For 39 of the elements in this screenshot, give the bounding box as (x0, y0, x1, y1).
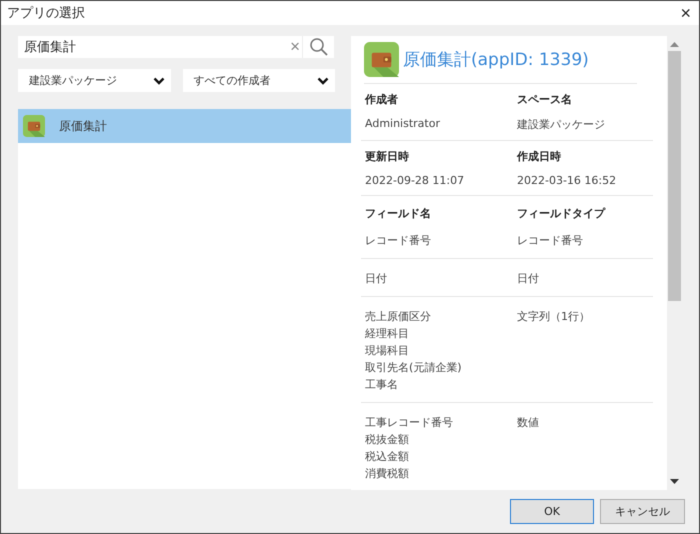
field-name: 現場科目 (365, 343, 410, 358)
field-type: 日付 (517, 271, 540, 286)
field-type: 数値 (517, 415, 540, 431)
filter-dropdown[interactable]: 建設業パッケージ (18, 69, 170, 92)
field-type: 文字列（1行） (517, 309, 591, 325)
field-label: 作成者 (365, 92, 399, 107)
close-button[interactable]: × (676, 3, 695, 23)
field-name: 税込金額 (365, 449, 410, 464)
chevron-down-icon (152, 76, 164, 84)
field-name: 売上原価区分 (365, 309, 432, 324)
chevron-down-icon (317, 76, 329, 84)
field-value: 2022-09-28 11:07 (365, 174, 466, 187)
app-title: 原価集計(appID: 1339) (403, 49, 589, 71)
cancel-button[interactable]: キャンセル (600, 498, 685, 524)
field-name: 日付 (365, 271, 388, 286)
ok-button[interactable]: OK (510, 498, 594, 524)
field-value: 建設業パッケージ (517, 117, 606, 132)
field-name: 消費税額 (365, 466, 410, 481)
column-header: フィールド名 (365, 206, 432, 221)
field-name: 工事レコード番号 (365, 415, 454, 430)
field-name: 工事名 (365, 377, 399, 392)
scroll-down-icon[interactable] (670, 479, 679, 484)
field-label: スペース名 (517, 92, 573, 107)
scroll-up-icon[interactable] (670, 42, 679, 47)
filter-dropdown[interactable]: すべての作成者 (182, 69, 335, 92)
field-type: レコード番号 (517, 233, 584, 248)
column-header: フィールドタイプ (517, 206, 606, 221)
app-list-item[interactable]: 原価集計 (18, 109, 351, 143)
field-value: 2022-03-16 16:52 (517, 174, 618, 187)
window-title: アプリの選択 (7, 5, 85, 22)
field-name: 取引先名(元請企業) (365, 360, 463, 375)
field-value: Administrator (365, 117, 441, 132)
field-name: 経理科目 (365, 326, 410, 341)
field-label: 更新日時 (365, 149, 410, 164)
wallet-icon (364, 42, 399, 77)
field-label: 作成日時 (517, 149, 562, 164)
wallet-icon (23, 115, 45, 137)
field-name: 税抜金額 (365, 432, 410, 447)
field-name: レコード番号 (365, 233, 432, 248)
